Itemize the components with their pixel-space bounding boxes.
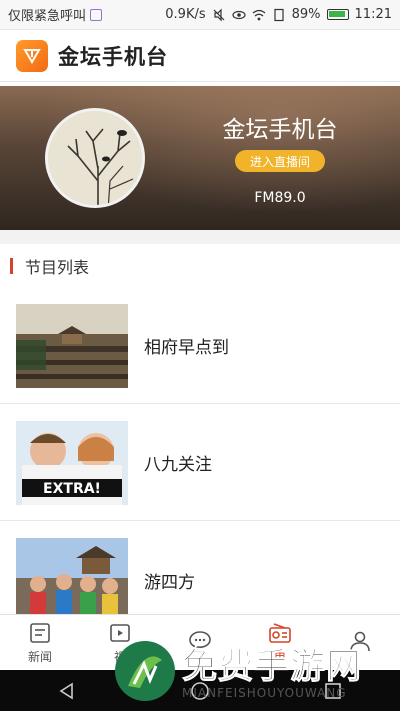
news-icon [30,622,50,643]
watermark-subtext: MIANFEISHOUYOUWANG [182,686,347,700]
program-item[interactable]: 相府早点到 [0,288,400,404]
battery-icon [326,9,349,20]
carrier-text: 仅限紧急呼叫 [8,9,87,24]
sim-icon [274,8,284,21]
station-avatar[interactable] [45,108,145,208]
program-thumbnail [16,303,128,388]
program-name: 游四方 [144,572,195,593]
program-name: 八九关注 [144,455,212,475]
section-header: 节目列表 [0,244,400,288]
watermark-logo-icon [115,641,175,701]
svg-text:EXTRA!: EXTRA! [43,481,101,497]
app-logo-icon [16,39,48,72]
network-speed: 0.9K/s [165,7,206,22]
station-name: 金坛手机台 [222,117,338,143]
battery-percent: 89% [291,7,321,22]
section-divider [0,230,400,244]
app-title: 金坛手机台 [58,44,168,69]
nav-news[interactable]: 新闻 [0,615,80,670]
eye-icon [232,10,246,19]
section-accent-bar [10,258,13,274]
wifi-icon [252,9,266,20]
nav-label: 新闻 [27,649,52,664]
status-bar: 仅限紧急呼叫 0.9K/s 89% 11:21 [0,0,400,30]
back-icon[interactable] [56,681,78,701]
program-thumbnail: EXTRA! [16,420,128,505]
program-item[interactable]: EXTRA! 八九关注 [0,405,400,521]
app-header: 金坛手机台 [0,30,400,82]
enter-live-button[interactable]: 进入直播间 [235,150,325,172]
program-name: 相府早点到 [144,338,229,358]
watermark: 免费手游网 MIANFEISHOUYOUWANG [96,634,400,711]
mute-icon [213,8,225,21]
section-title: 节目列表 [25,258,90,277]
program-thumbnail [16,538,128,622]
watermark-text: 免费手游网 [181,647,363,688]
frequency-label: FM89.0 [254,190,306,206]
notification-icon [90,8,103,21]
station-banner: 金坛手机台 进入直播间 FM89.0 [0,86,400,230]
clock: 11:21 [354,7,392,22]
